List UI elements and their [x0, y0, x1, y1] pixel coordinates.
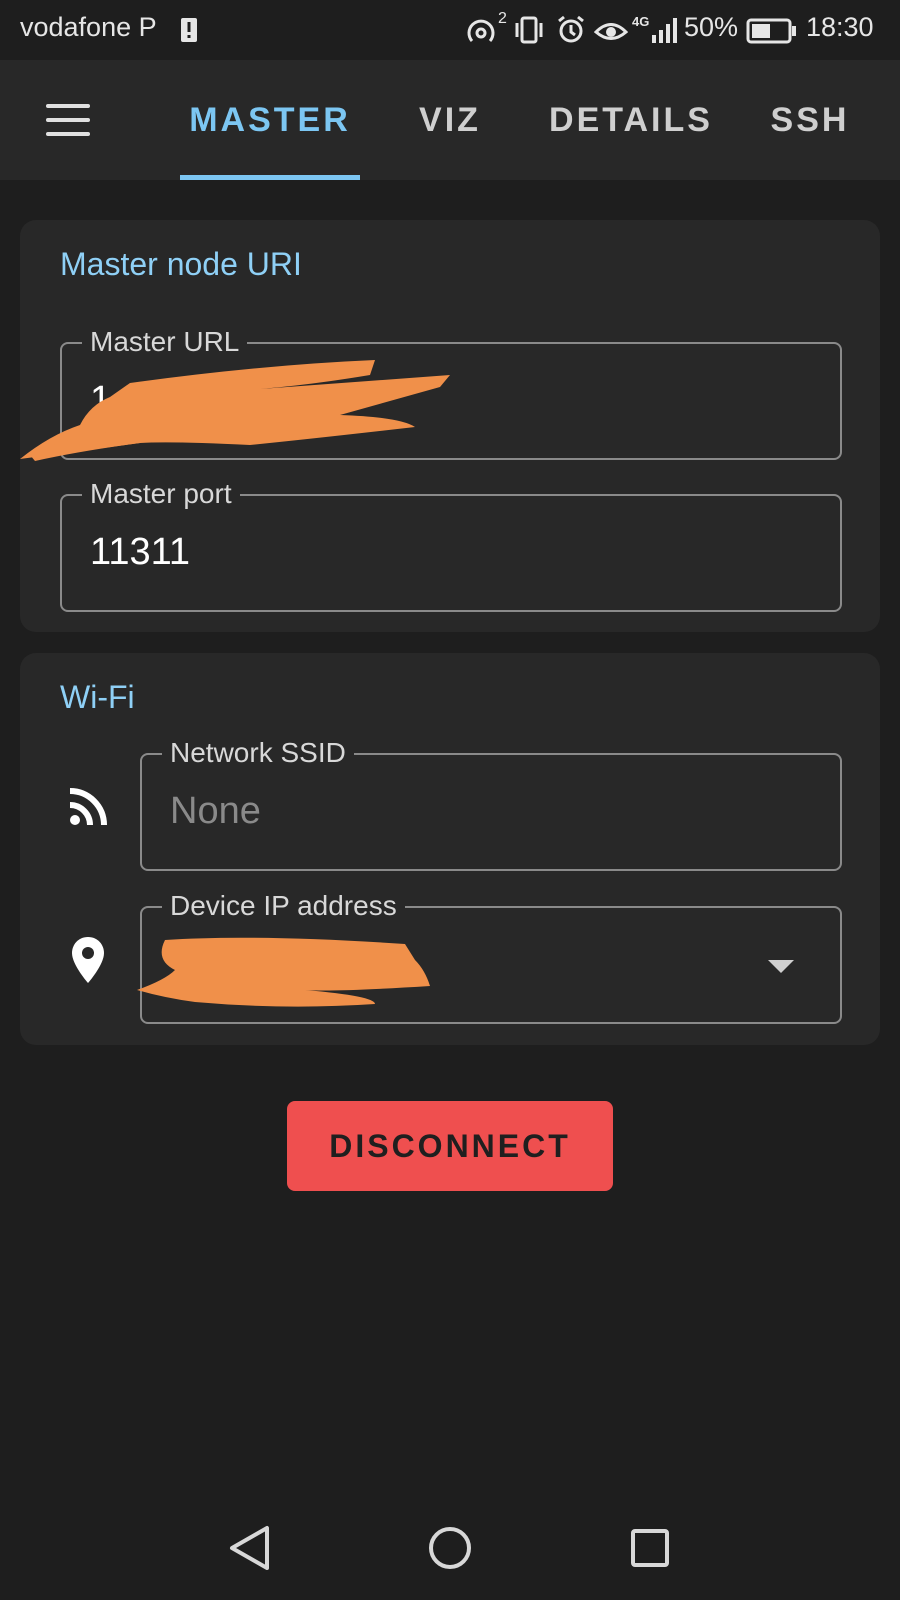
- tab-ssh[interactable]: SSH: [762, 60, 858, 180]
- menu-button[interactable]: [40, 96, 96, 146]
- status-bar: vodafone P 2 4G 50% 18:30: [0, 0, 900, 60]
- master-port-value: 11311: [90, 531, 191, 573]
- clock: 18:30: [806, 12, 874, 42]
- battery-percent: 50%: [684, 12, 739, 42]
- master-url-label: Master URL: [82, 325, 248, 359]
- tab-viz[interactable]: VIZ: [400, 60, 500, 180]
- hamburger-icon-bar: [46, 118, 90, 122]
- network-ssid-label: Network SSID: [162, 736, 354, 770]
- top-app-bar: MASTER VIZ DETAILS SSH: [0, 60, 900, 180]
- master-port-field[interactable]: Master port 11311: [60, 477, 842, 612]
- tab-master[interactable]: MASTER: [180, 60, 360, 180]
- hamburger-icon: [46, 104, 90, 108]
- active-tab-indicator: [180, 175, 360, 180]
- disconnect-button[interactable]: DISCONNECT: [287, 1101, 613, 1191]
- hamburger-icon-bar: [46, 132, 90, 136]
- circle-home-icon[interactable]: [420, 1518, 480, 1578]
- triangle-back-icon[interactable]: [220, 1518, 280, 1578]
- network-ssid-value: None: [170, 790, 261, 832]
- hotspot-count: 2: [498, 10, 507, 27]
- wifi-icon: [69, 788, 107, 826]
- location-pin-icon: [72, 937, 104, 983]
- system-nav-bar: [0, 1490, 900, 1600]
- wifi-card-title: Wi-Fi: [60, 679, 135, 715]
- tab-details[interactable]: DETAILS: [540, 60, 722, 180]
- master-card-title: Master node URI: [60, 246, 302, 282]
- vibrate-icon: [515, 16, 543, 44]
- battery-icon: [746, 18, 796, 44]
- carrier-name: vodafone P: [20, 12, 157, 42]
- network-ssid-field[interactable]: Network SSID None: [140, 736, 842, 871]
- square-recents-icon[interactable]: [620, 1518, 680, 1578]
- sim-alert-icon: [181, 18, 197, 42]
- redaction-scribble: [20, 360, 450, 461]
- chevron-down-icon[interactable]: [768, 960, 794, 973]
- eye-comfort-icon: [594, 23, 628, 40]
- hotspot-icon: [467, 19, 495, 42]
- signal-strength-icon: [652, 18, 677, 43]
- master-port-label: Master port: [82, 477, 240, 511]
- device-ip-label: Device IP address: [162, 889, 405, 923]
- redaction-scribble: [137, 937, 430, 1007]
- alarm-icon: [558, 15, 584, 43]
- network-type: 4G: [632, 14, 650, 29]
